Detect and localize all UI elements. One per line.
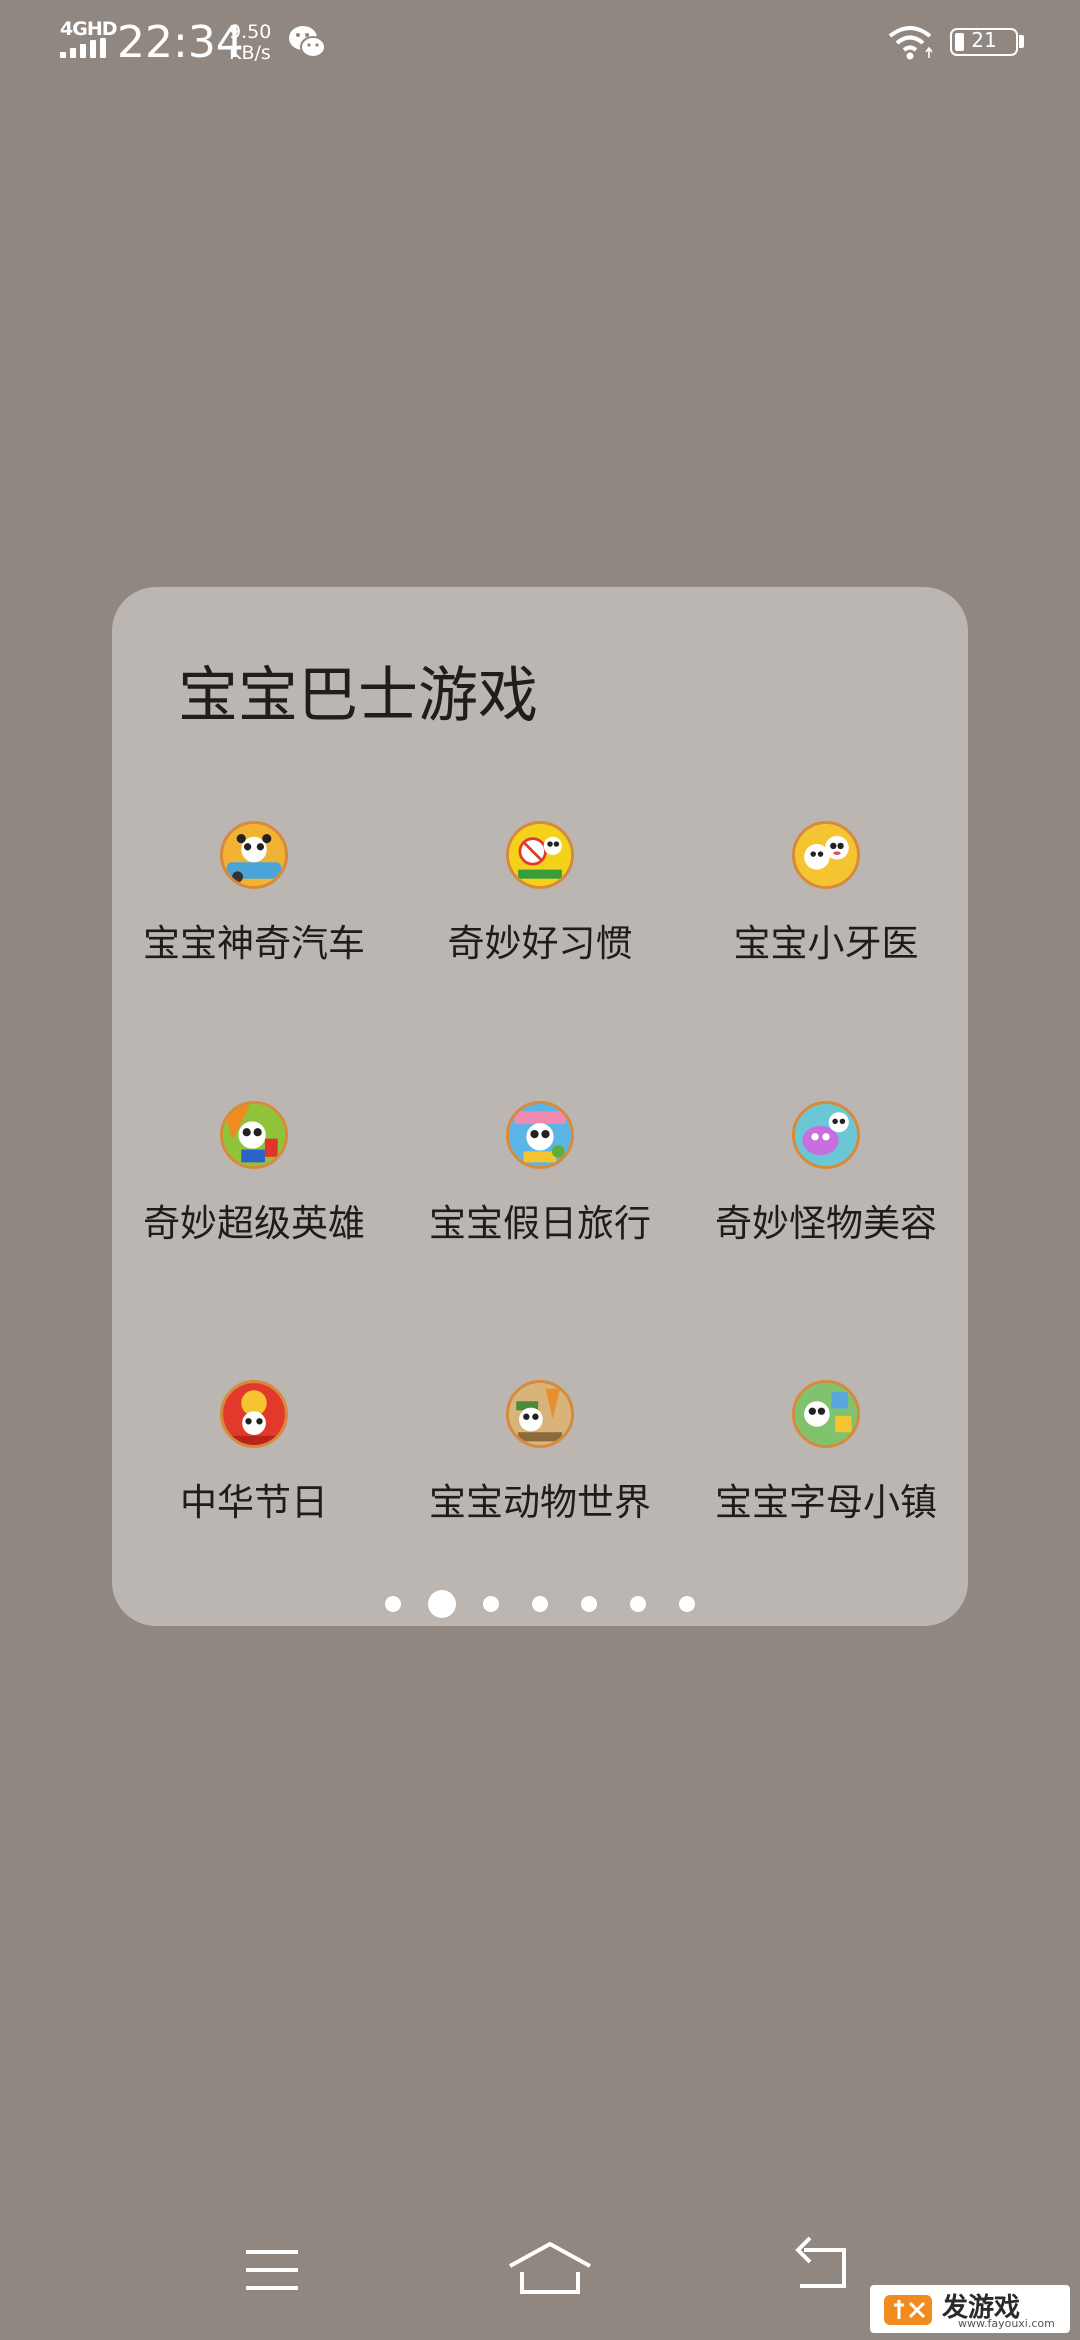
battery-level: 21	[971, 28, 997, 52]
app-shortcut[interactable]: 中华节日	[112, 1344, 396, 1544]
page-indicator[interactable]	[112, 1589, 968, 1619]
signal-icon	[60, 38, 108, 58]
car-game-icon[interactable]	[220, 821, 288, 889]
app-label: 宝宝动物世界	[429, 1481, 651, 1524]
app-shortcut[interactable]: 宝宝假日旅行	[398, 1065, 682, 1265]
habits-game-icon[interactable]	[506, 821, 574, 889]
app-shortcut[interactable]: 奇妙怪物美容	[684, 1065, 968, 1265]
page-dot[interactable]	[483, 1596, 499, 1612]
speed-value: 9.50	[229, 21, 272, 43]
watermark: 发游戏 www.fayouxi.com	[870, 2285, 1070, 2333]
wifi-icon	[888, 26, 933, 60]
animal-game-icon[interactable]	[506, 1380, 574, 1448]
app-shortcut[interactable]: 宝宝字母小镇	[684, 1344, 968, 1544]
speed-unit: KB/s	[229, 42, 271, 64]
app-shortcut[interactable]: 宝宝动物世界	[398, 1344, 682, 1544]
page-dot[interactable]	[581, 1596, 597, 1612]
network-speed: 9.50 KB/s	[229, 22, 271, 64]
alphabet-game-icon[interactable]	[792, 1380, 860, 1448]
app-label: 宝宝假日旅行	[429, 1202, 651, 1245]
app-label: 奇妙怪物美容	[715, 1202, 937, 1245]
page-dot[interactable]	[385, 1596, 401, 1612]
folder-title[interactable]: 宝宝巴士游戏	[178, 647, 538, 734]
monster-game-icon[interactable]	[792, 1101, 860, 1169]
app-label: 宝宝神奇汽车	[143, 922, 365, 965]
page-dot[interactable]	[532, 1596, 548, 1612]
app-shortcut[interactable]: 宝宝小牙医	[684, 785, 968, 985]
watermark-url: www.fayouxi.com	[958, 2317, 1055, 2330]
app-label: 中华节日	[180, 1481, 328, 1524]
app-folder[interactable]: 宝宝巴士游戏 宝宝神奇汽车 奇妙好习惯 宝宝小牙医 奇妙超级英雄 宝宝假日旅行	[112, 587, 968, 1626]
page-dot-active[interactable]	[428, 1590, 456, 1618]
app-label: 奇妙好习惯	[447, 922, 633, 965]
network-type: 4GHD	[60, 18, 117, 40]
menu-icon[interactable]	[232, 2230, 312, 2310]
clock: 22:34	[117, 17, 244, 68]
festival-game-icon[interactable]	[220, 1380, 288, 1448]
holiday-game-icon[interactable]	[506, 1101, 574, 1169]
app-shortcut[interactable]: 宝宝神奇汽车	[112, 785, 396, 985]
status-bar: 4GHD 22:34 9.50 KB/s 21	[0, 0, 1080, 86]
app-label: 宝宝小牙医	[733, 922, 919, 965]
page-dot[interactable]	[679, 1596, 695, 1612]
app-shortcut[interactable]: 奇妙超级英雄	[112, 1065, 396, 1265]
app-label: 宝宝字母小镇	[715, 1481, 937, 1524]
dentist-game-icon[interactable]	[792, 821, 860, 889]
battery-tip	[1019, 35, 1024, 48]
hero-game-icon[interactable]	[220, 1101, 288, 1169]
app-label: 奇妙超级英雄	[143, 1202, 365, 1245]
home-icon[interactable]	[500, 2230, 600, 2310]
wechat-icon	[289, 26, 326, 58]
page-dot[interactable]	[630, 1596, 646, 1612]
battery-icon: 21	[950, 28, 1018, 56]
watermark-logo-icon	[884, 2295, 932, 2325]
back-icon[interactable]	[784, 2230, 864, 2310]
app-shortcut[interactable]: 奇妙好习惯	[398, 785, 682, 985]
